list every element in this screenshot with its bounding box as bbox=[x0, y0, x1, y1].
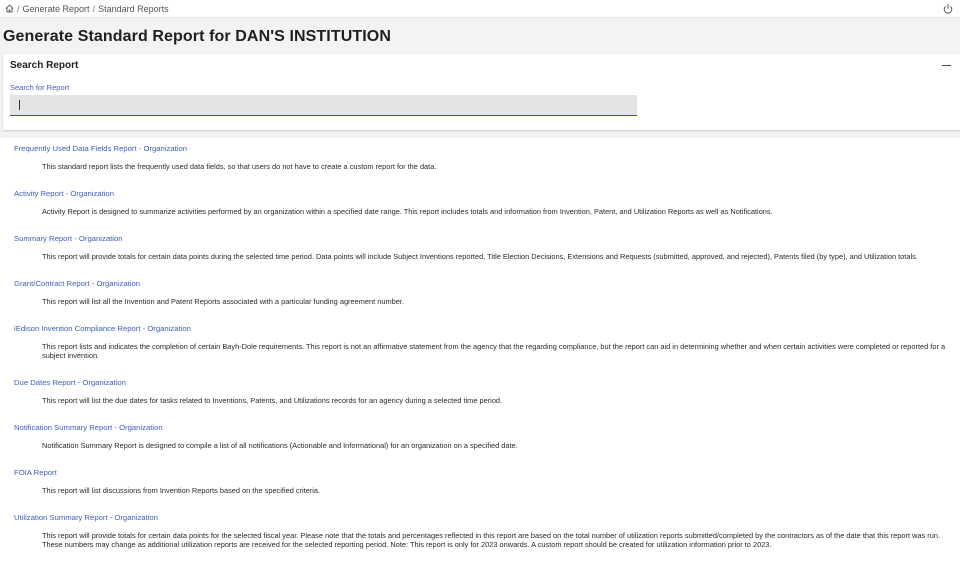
search-field-label: Search for Report bbox=[10, 83, 70, 92]
report-description: This report will provide totals for cert… bbox=[42, 252, 918, 261]
report-description: This report will list all the Invention … bbox=[42, 297, 404, 306]
report-link[interactable]: Due Dates Report - Organization bbox=[14, 378, 946, 387]
breadcrumb-separator: / bbox=[17, 3, 20, 14]
report-link[interactable]: FOIA Report bbox=[14, 468, 946, 477]
home-icon[interactable] bbox=[5, 4, 14, 13]
report-link[interactable]: Notification Summary Report - Organizati… bbox=[14, 423, 946, 432]
report-link[interactable]: Utilization Summary Report - Organizatio… bbox=[14, 513, 946, 522]
search-report-panel: Search Report Search for Report bbox=[3, 54, 960, 130]
report-link[interactable]: Frequently Used Data Fields Report - Org… bbox=[14, 144, 946, 153]
minus-icon[interactable] bbox=[942, 65, 951, 66]
breadcrumb: / Generate Report / Standard Reports bbox=[5, 4, 942, 14]
report-item: Activity Report - Organization Activity R… bbox=[14, 189, 946, 216]
search-panel-title: Search Report bbox=[10, 60, 79, 71]
top-bar: / Generate Report / Standard Reports bbox=[0, 0, 960, 18]
report-item: Frequently Used Data Fields Report - Org… bbox=[14, 144, 946, 171]
report-description: This standard report lists the frequentl… bbox=[42, 162, 437, 171]
report-description: Activity Report is designed to summarize… bbox=[42, 207, 773, 216]
report-item: Notification Summary Report - Organizati… bbox=[14, 423, 946, 450]
breadcrumb-generate-report[interactable]: Generate Report bbox=[23, 4, 90, 14]
text-cursor bbox=[19, 100, 20, 110]
report-link[interactable]: iEdison Invention Compliance Report - Or… bbox=[14, 324, 946, 333]
breadcrumb-separator: / bbox=[92, 3, 96, 14]
breadcrumb-standard-reports: Standard Reports bbox=[98, 3, 169, 14]
search-input[interactable] bbox=[10, 95, 637, 116]
report-description: This report will list discussions from I… bbox=[42, 486, 321, 495]
report-description: This report lists and indicates the comp… bbox=[42, 342, 946, 360]
power-icon[interactable] bbox=[942, 3, 954, 15]
report-link[interactable]: Activity Report - Organization bbox=[14, 189, 946, 198]
report-item: iEdison Invention Compliance Report - Or… bbox=[14, 324, 946, 360]
report-link[interactable]: Summary Report - Organization bbox=[14, 234, 946, 243]
report-description: This report will list the due dates for … bbox=[42, 396, 503, 405]
report-item: Summary Report - Organization This report… bbox=[14, 234, 946, 261]
report-item: Due Dates Report - Organization This repo… bbox=[14, 378, 946, 405]
report-item: FOIA Report This report will list discuss… bbox=[14, 468, 946, 495]
report-description: This report will provide totals for cert… bbox=[42, 531, 941, 549]
report-list: Frequently Used Data Fields Report - Org… bbox=[0, 138, 960, 576]
report-item: Utilization Summary Report - Organizatio… bbox=[14, 513, 946, 549]
report-link[interactable]: Grant/Contract Report - Organization bbox=[14, 279, 946, 288]
report-item: Grant/Contract Report - Organization This… bbox=[14, 279, 946, 306]
report-description: Notification Summary Report is designed … bbox=[42, 441, 518, 450]
